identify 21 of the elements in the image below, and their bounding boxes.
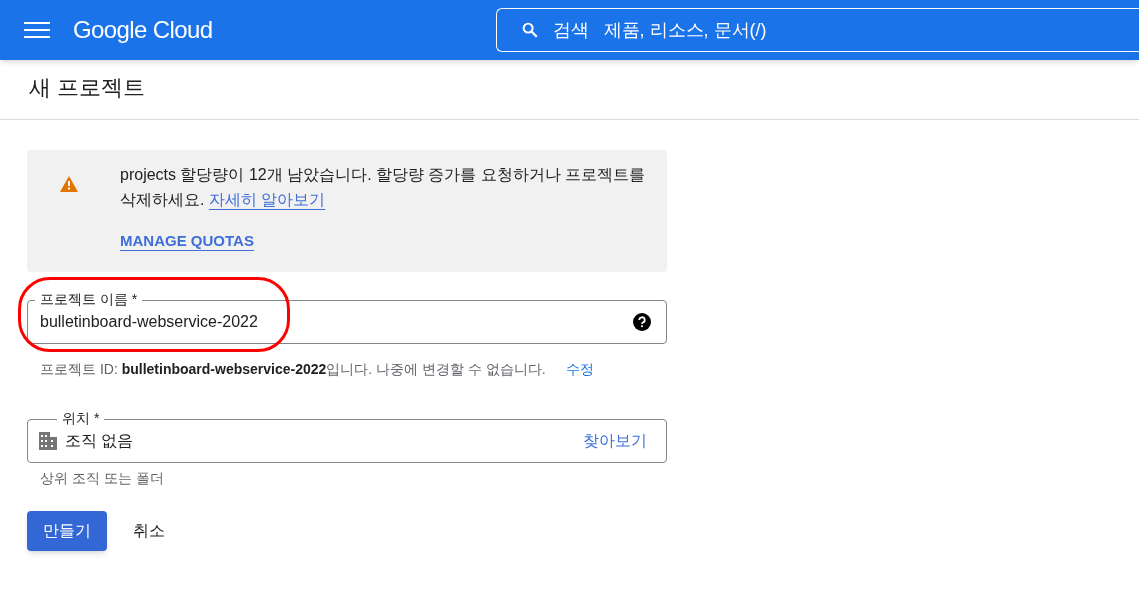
search-label: 검색	[552, 18, 589, 42]
warning-icon	[60, 176, 78, 192]
cancel-button[interactable]: 취소	[117, 511, 181, 551]
field-value: bulletinboard-webservice-2022	[40, 312, 259, 332]
project-id-helper: 프로젝트 ID: bulletinboard-webservice-2022입니다. 나중에 변경할 수 없습니다.	[40, 360, 546, 379]
field-value: 조직 없음	[65, 431, 135, 451]
menu-icon[interactable]	[24, 20, 50, 40]
logo[interactable]: Google Cloud	[73, 12, 213, 48]
page-title: 새 프로젝트	[29, 74, 146, 102]
location-helper: 상위 조직 또는 폴더	[40, 469, 165, 488]
search-field[interactable]: 검색 제품, 리소스, 문서(/)	[495, 8, 1139, 52]
manage-quotas-link[interactable]: MANAGE QUOTAS	[120, 230, 254, 253]
search-icon	[520, 21, 539, 39]
quota-message: projects 할당량이 12개 남았습니다. 할당량 증가를 요청하거나 프로젝트를 삭제하세요. 자세히 알아보기	[120, 165, 647, 210]
search-placeholder: 제품, 리소스, 문서(/)	[603, 18, 767, 42]
learn-more-link[interactable]: 자세히 알아보기	[208, 191, 326, 208]
edit-link[interactable]: 수정	[565, 359, 594, 380]
building-icon	[39, 432, 57, 450]
help-icon[interactable]	[633, 313, 651, 331]
browse-link[interactable]: 찾아보기	[583, 429, 647, 453]
create-button[interactable]: 만들기	[27, 511, 107, 551]
